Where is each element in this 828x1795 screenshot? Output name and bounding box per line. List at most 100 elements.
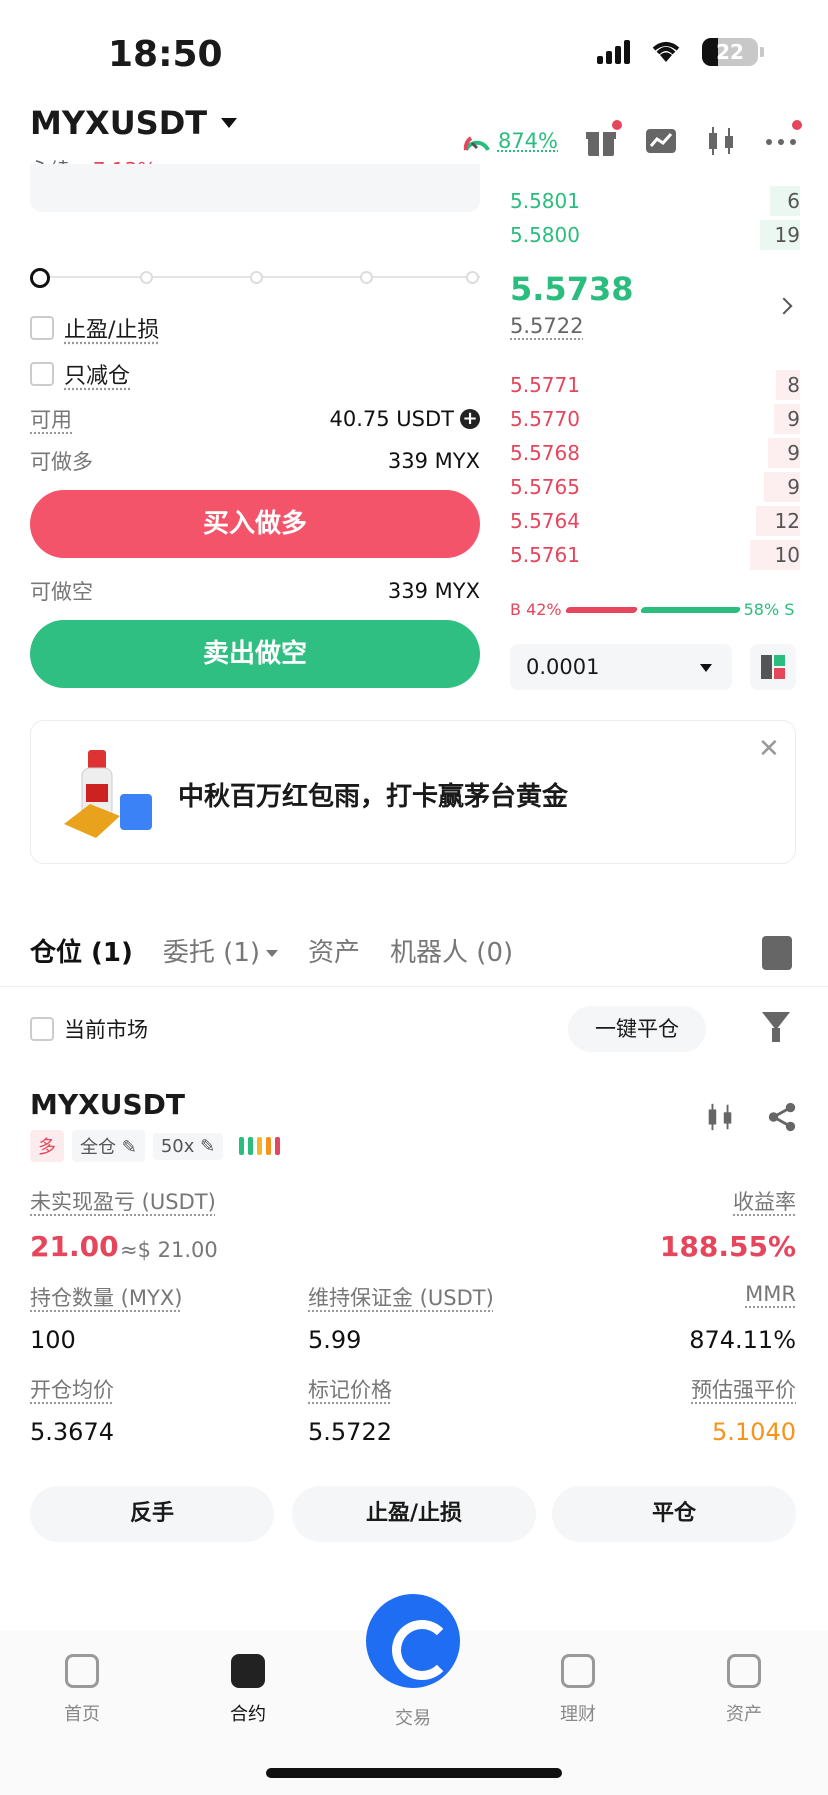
tab-positions[interactable]: 仓位 (1) [30,932,133,969]
header-toolbar: 874% [462,120,802,158]
tp-sl-checkbox-row[interactable]: 止盈/止损 [30,312,159,344]
orderbook-price: 5.5771 [510,373,580,397]
tabbar-home[interactable]: 首页 [32,1654,132,1726]
close-all-button[interactable]: 一键平仓 [568,1006,706,1052]
close-position-button[interactable]: 平仓 [552,1486,796,1542]
orderbook-price: 5.5770 [510,407,580,431]
risk-rate-indicator[interactable]: 874% [462,128,558,154]
reduce-only-label: 只减仓 [64,364,131,389]
maint-margin-label: 维持保证金 (USDT) [308,1286,494,1310]
chevron-right-icon[interactable] [775,297,793,315]
reduce-only-checkbox[interactable] [30,362,54,386]
sell-ratio-bar [639,606,741,613]
upnl-value: 21.00 [30,1230,119,1263]
slider-handle[interactable] [30,268,50,288]
buy-long-button[interactable]: 买入做多 [30,490,480,558]
reduce-only-checkbox-row[interactable]: 只减仓 [30,358,130,390]
orderbook-price: 5.5768 [510,441,580,465]
tabbar-futures[interactable]: 合约 [198,1654,298,1726]
tp-sl-label: 止盈/止损 [64,318,160,343]
wifi-icon [652,42,680,62]
tp-sl-button[interactable]: 止盈/止损 [292,1486,536,1542]
last-price: 5.5738 [510,270,634,308]
chart-trend-icon[interactable] [644,124,678,158]
chevron-down-icon [221,118,238,128]
candlestick-icon[interactable] [704,124,738,158]
sell-short-button[interactable]: 卖出做空 [30,620,480,688]
slider-tick-50[interactable] [250,271,263,284]
promo-image [64,750,152,838]
risk-rate-value: 874% [497,129,558,153]
history-icon[interactable] [762,936,792,970]
precision-value: 0.0001 [526,655,600,679]
orderbook-row[interactable]: 5.5770 9 [510,402,800,436]
symbol-selector[interactable]: MYXUSDT [30,104,238,142]
entry-price-label: 开仓均价 [30,1378,114,1402]
positions-tabs: 仓位 (1) 委托 (1) 资产 机器人 (0) [30,932,513,969]
orderbook-row[interactable]: 5.5771 8 [510,368,800,402]
available-value: 40.75 USDT [329,407,455,431]
margin-mode-label: 全仓 [80,1137,116,1158]
current-market-checkbox[interactable] [30,1017,54,1041]
orderbook-qty: 9 [787,475,800,499]
margin-mode-badge[interactable]: 全仓 ✎ [72,1130,145,1162]
edit-icon: ✎ [200,1135,216,1157]
candlestick-icon[interactable] [704,1100,736,1134]
orderbook-row[interactable]: 5.5801 6 [510,184,800,218]
more-icon[interactable] [764,120,802,158]
orderbook-row[interactable]: 5.5765 9 [510,470,800,504]
tabbar-home-label: 首页 [64,1704,100,1725]
mark-price-label: 标记价格 [308,1378,392,1402]
tab-assets[interactable]: 资产 [308,932,360,969]
upnl-usd: ≈$ 21.00 [120,1238,218,1262]
tp-sl-checkbox[interactable] [30,316,54,340]
size-value: 100 [30,1326,76,1354]
slider-tick-100[interactable] [466,271,479,284]
add-funds-icon[interactable]: + [460,409,480,429]
mmr-value: 874.11% [689,1326,796,1354]
share-icon[interactable] [766,1100,798,1134]
mark-price-value: 5.5722 [308,1418,392,1446]
tabbar-assets[interactable]: 资产 [694,1654,794,1726]
orderbook-layout-button[interactable] [750,644,796,690]
tab-orders[interactable]: 委托 (1) [163,932,279,969]
precision-select[interactable]: 0.0001 [510,644,732,690]
tabbar-futures-label: 合约 [230,1704,266,1725]
orderbook-price: 5.5801 [510,189,580,213]
tabbar-trade[interactable]: 交易 [363,1704,463,1730]
gauge-icon [463,136,490,151]
reverse-button[interactable]: 反手 [30,1486,274,1542]
orderbook-row[interactable]: 5.5761 10 [510,538,800,572]
risk-meter [239,1137,281,1155]
current-market-filter[interactable]: 当前市场 [30,1014,148,1044]
buy-ratio-label: B 42% [510,600,562,619]
orderbook-row[interactable]: 5.5768 9 [510,436,800,470]
futures-icon [231,1654,265,1688]
position-symbol: MYXUSDT [30,1088,185,1121]
orderbook-row[interactable]: 5.5764 12 [510,504,800,538]
position-actions [704,1100,798,1134]
trade-button[interactable] [366,1594,460,1688]
divider [0,986,828,987]
caret-down-icon [266,950,279,957]
tab-bots[interactable]: 机器人 (0) [390,932,513,969]
tabbar-earn[interactable]: 理财 [528,1654,628,1726]
slider-tick-25[interactable] [140,271,153,284]
slider-tick-75[interactable] [360,271,373,284]
quantity-input[interactable] [30,164,480,212]
symbol-name: MYXUSDT [30,104,208,142]
roe-label: 收益率 [733,1190,796,1214]
gift-icon[interactable] [584,120,622,158]
battery-icon: 22 [702,38,764,66]
orderbook-row[interactable]: 5.5800 19 [510,218,800,252]
leverage-badge[interactable]: 50x ✎ [152,1132,224,1160]
orderbook-price: 5.5761 [510,543,580,567]
orderbook-qty: 6 [787,189,800,213]
status-time: 18:50 [108,34,223,75]
orderbook-price: 5.5765 [510,475,580,499]
can-short-value: 339 MYX [387,579,480,603]
battery-level: 22 [716,40,744,64]
close-icon[interactable]: ✕ [758,734,780,764]
can-short-label: 可做空 [30,580,93,604]
orderbook-qty: 10 [774,543,800,567]
